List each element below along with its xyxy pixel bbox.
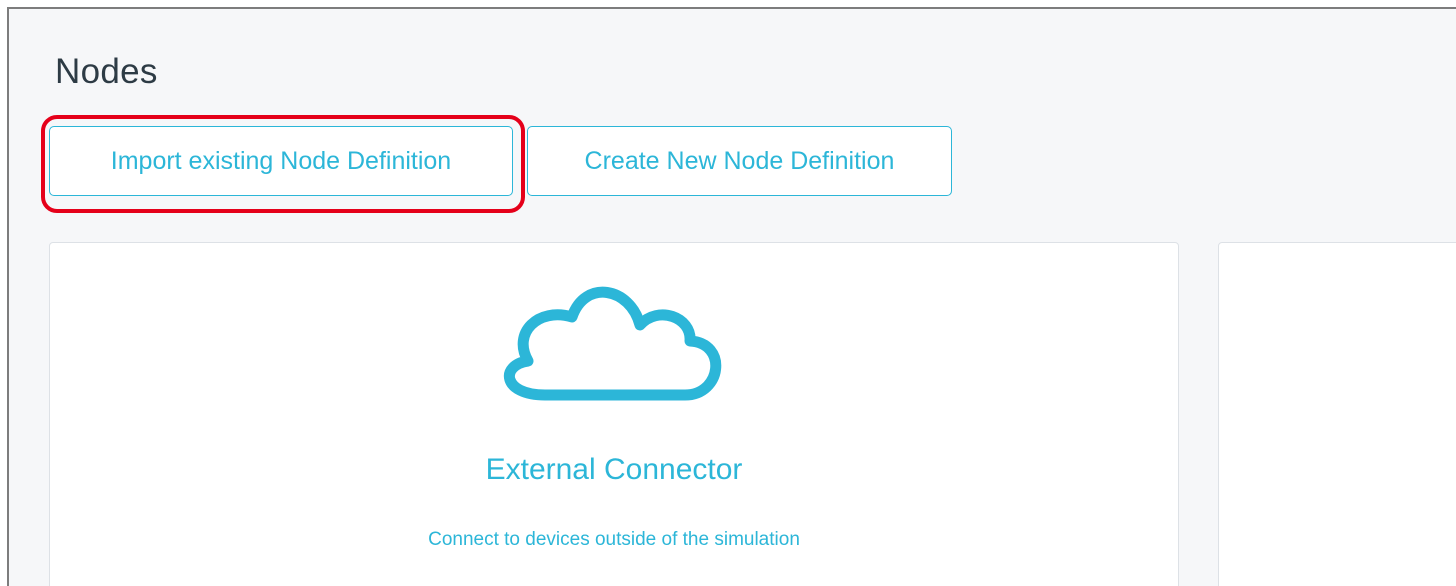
card-title: External Connector — [485, 453, 743, 486]
import-node-definition-button[interactable]: Import existing Node Definition — [49, 126, 513, 196]
card-description: Connect to devices outside of the simula… — [428, 529, 800, 550]
node-card-external-connector[interactable]: External Connector Connect to devices ou… — [49, 242, 1179, 586]
cloud-icon — [503, 286, 722, 401]
nodes-panel: Nodes Import existing Node Definition Cr… — [7, 7, 1456, 586]
page-title: Nodes — [55, 52, 158, 91]
node-card[interactable] — [1218, 242, 1456, 586]
create-node-definition-button[interactable]: Create New Node Definition — [527, 126, 952, 196]
